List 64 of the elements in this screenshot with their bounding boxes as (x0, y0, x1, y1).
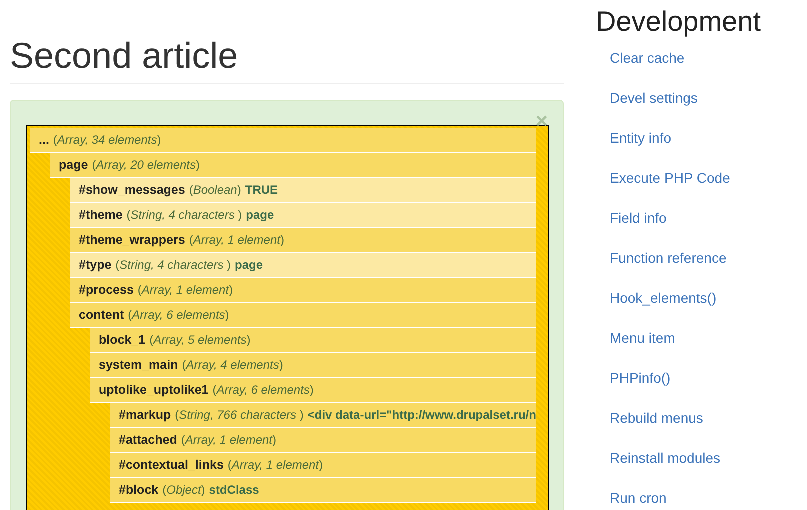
sidebar-link[interactable]: Field info (610, 208, 761, 248)
sidebar-link[interactable]: PHPinfo() (610, 368, 761, 408)
row-key: ... (39, 132, 50, 147)
row-type: (Array, 5 elements) (150, 332, 251, 347)
dump-row[interactable]: #theme (String, 4 characters ) page (70, 202, 536, 228)
row-type: (Array, 6 elements) (212, 382, 314, 397)
row-key: #process (79, 282, 134, 297)
sidebar-link[interactable]: Clear cache (610, 48, 761, 88)
dump-row[interactable]: #process (Array, 1 element) (70, 278, 536, 303)
row-value: TRUE (245, 182, 278, 197)
row-type: (Array, 4 elements) (182, 358, 284, 372)
sidebar-link[interactable]: Execute PHP Code (610, 168, 761, 208)
sidebar-link[interactable]: Hook_elements() (610, 288, 761, 328)
article-title: Second article (10, 0, 564, 84)
row-key: #theme_wrappers (79, 232, 186, 247)
dump-row[interactable]: #show_messages (Boolean) TRUE (70, 178, 536, 203)
sidebar-link[interactable]: Devel settings (610, 88, 761, 128)
dump-row[interactable]: system_main (Array, 4 elements) (90, 352, 536, 378)
row-key: #markup (119, 408, 172, 422)
row-type: (String, 766 characters ) (175, 408, 304, 422)
row-value: <div data-url="http://www.drupalset.ru/n (308, 408, 536, 422)
dump-row[interactable]: content (Array, 6 elements) (70, 302, 536, 328)
row-type: (Array, 1 element) (228, 458, 324, 472)
dump-row[interactable]: #markup (String, 766 characters ) <div data-url="http://www.drupalset.ru/n (110, 402, 536, 428)
row-key: #show_messages (79, 182, 186, 197)
row-key: content (79, 308, 124, 322)
row-value: stdClass (209, 482, 260, 497)
row-key: block_1 (99, 332, 146, 347)
dump-row[interactable]: page (Array, 20 elements) (50, 152, 536, 178)
sidebar-link[interactable]: Rebuild menus (610, 408, 761, 448)
row-key: system_main (99, 358, 178, 372)
row-type: (Array, 34 elements) (53, 132, 162, 147)
sidebar-link[interactable]: Menu item (610, 328, 761, 368)
row-key: #theme (79, 208, 123, 222)
row-type: (String, 4 characters ) (116, 258, 232, 272)
dump-row[interactable]: #attached (Array, 1 element) (110, 428, 536, 453)
sidebar-title: Development (596, 6, 761, 38)
sidebar-link[interactable]: Reinstall modules (610, 448, 761, 488)
row-type: (Array, 6 elements) (128, 308, 230, 322)
dump-row[interactable]: uptolike_uptolike1 (Array, 6 elements) (90, 378, 536, 403)
dump-row[interactable]: #type (String, 4 characters ) page (70, 252, 536, 278)
row-type: (Array, 1 element) (138, 282, 234, 297)
row-key: #type (79, 258, 112, 272)
sidebar-link[interactable]: Function reference (610, 248, 761, 288)
row-key: page (59, 158, 88, 172)
row-value: page (246, 208, 274, 222)
row-key: #block (119, 482, 159, 497)
dump-row[interactable]: block_1 (Array, 5 elements) (90, 328, 536, 353)
dump-row[interactable]: ... (Array, 34 elements) (30, 128, 536, 153)
row-type: (Object) (162, 482, 206, 497)
row-value: page (235, 258, 264, 272)
dump-row[interactable]: #block (Object) stdClass (110, 478, 536, 503)
row-key: #attached (119, 432, 178, 447)
row-type: (Array, 20 elements) (92, 158, 200, 172)
row-type: (Boolean) (189, 182, 242, 197)
row-type: (String, 4 characters ) (126, 208, 242, 222)
row-key: uptolike_uptolike1 (99, 382, 209, 397)
row-type: (Array, 1 element) (181, 432, 277, 447)
dump-row[interactable]: #theme_wrappers (Array, 1 element) (70, 228, 536, 253)
row-type: (Array, 1 element) (189, 232, 284, 247)
dump-row[interactable]: #contextual_links (Array, 1 element) (110, 452, 536, 478)
row-key: #contextual_links (119, 458, 224, 472)
sidebar-link[interactable]: Entity info (610, 128, 761, 168)
sidebar-link[interactable]: Run cron (610, 488, 761, 510)
